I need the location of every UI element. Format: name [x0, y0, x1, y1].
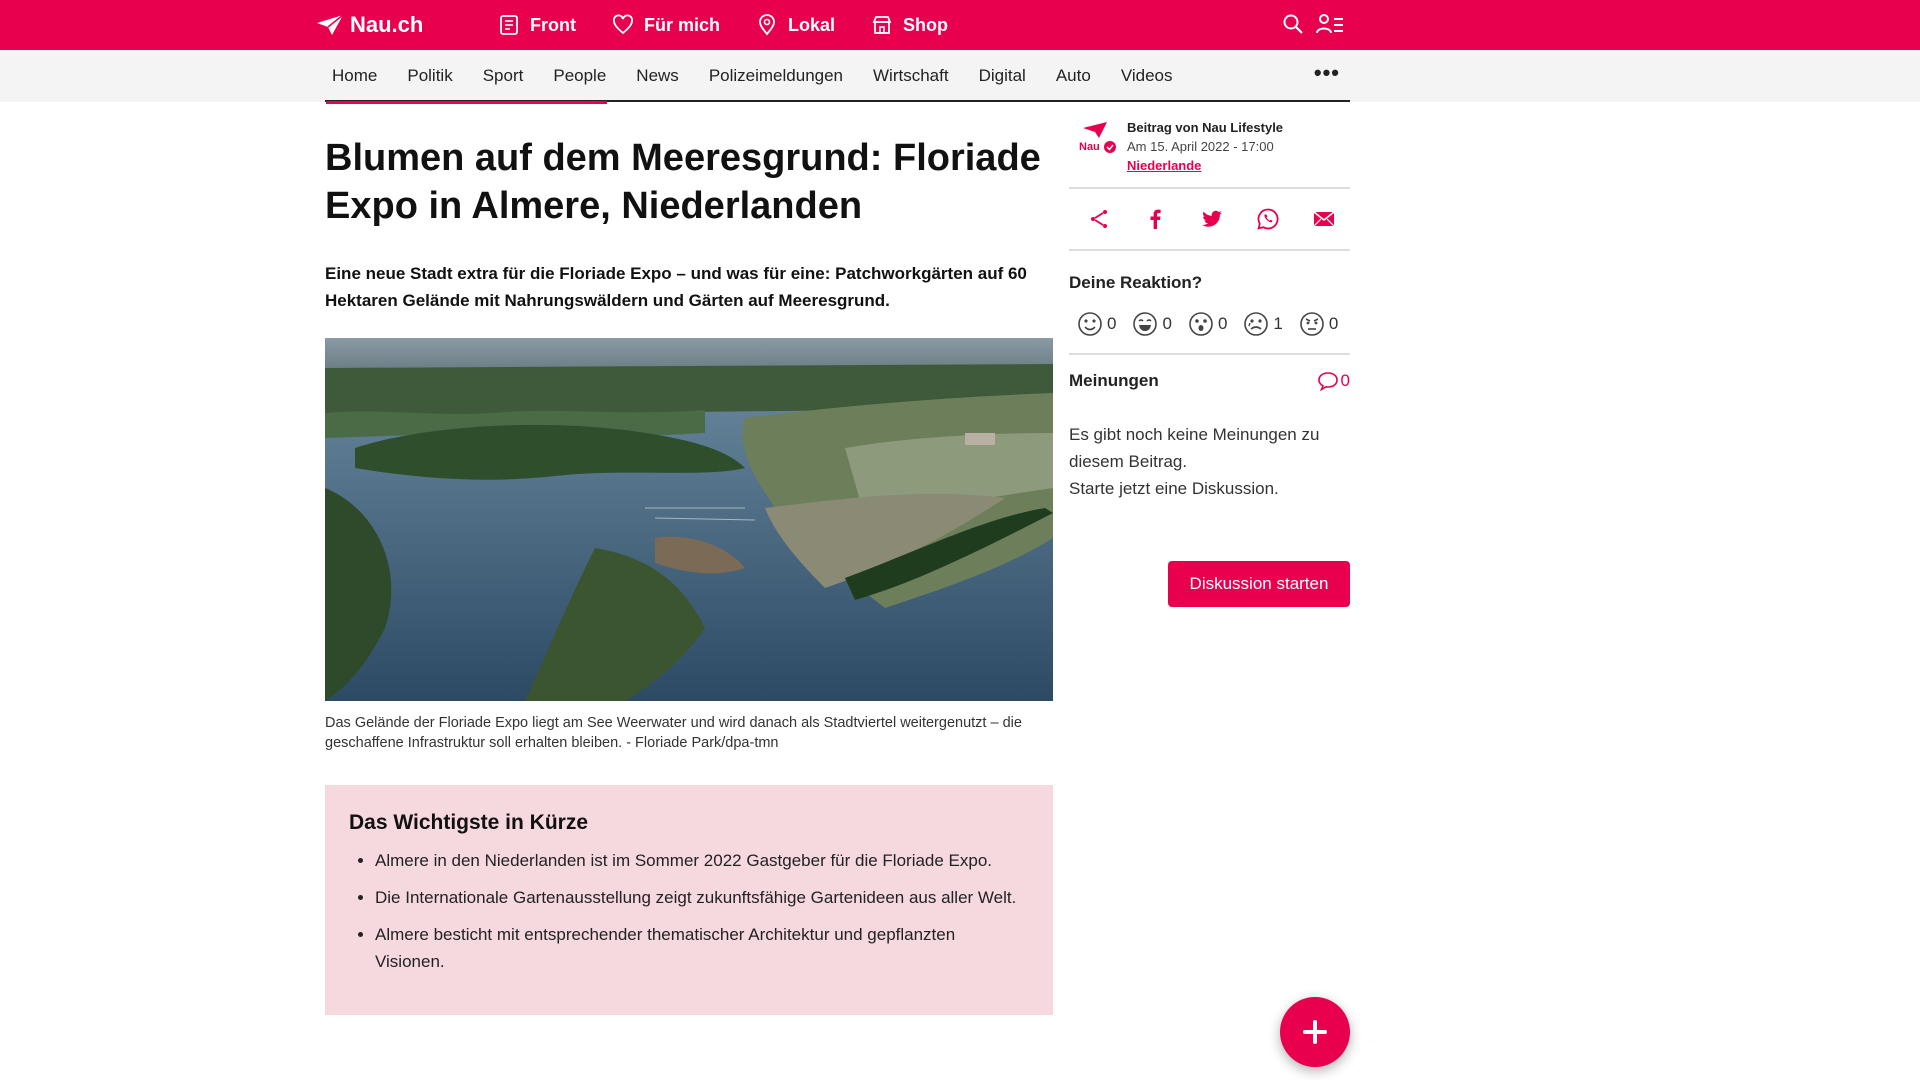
reaction-love-count: 0 — [1107, 314, 1117, 333]
floating-add-button[interactable] — [1280, 997, 1350, 1067]
top-bar: Nau.ch Front Für mich Lokal Shop — [0, 0, 1920, 50]
whatsapp-share-button[interactable] — [1256, 207, 1280, 231]
nav-home[interactable]: Home — [325, 50, 610, 104]
topnav-shop-label: Shop — [903, 14, 949, 35]
start-discussion-button[interactable]: Diskussion starten — [1168, 561, 1350, 607]
mail-icon — [1313, 211, 1335, 227]
aerial-lake-photo — [325, 338, 1053, 701]
top-nav: Front Für mich Lokal Shop — [498, 0, 948, 50]
summary-title: Das Wichtigste in Kürze — [349, 811, 589, 834]
opinions-empty-line-1: Es gibt noch keine Meinungen zu diesem B… — [1069, 425, 1320, 471]
tag-link[interactable]: Niederlande — [1127, 156, 1283, 175]
reaction-title: Deine Reaktion? — [1069, 273, 1203, 292]
angry-face-icon — [1300, 312, 1324, 336]
nav-sport[interactable]: Sport — [483, 50, 524, 102]
nau-logo[interactable]: Nau.ch — [316, 12, 423, 38]
heart-icon — [613, 14, 633, 35]
nav-digital[interactable]: Digital — [979, 50, 1026, 102]
reaction-love[interactable]: 0 — [1077, 311, 1116, 337]
summary-item: Almere besticht mit entsprechender thema… — [375, 921, 1029, 975]
topnav-lokal[interactable]: Lokal — [756, 14, 835, 36]
image-caption: Das Gelände der Floriade Expo liegt am S… — [325, 715, 1022, 751]
reaction-bar: 0 0 0 1 0 — [1069, 307, 1350, 355]
nav-people[interactable]: People — [553, 50, 606, 102]
plus-icon — [1303, 1020, 1327, 1044]
sad-face-icon — [1244, 312, 1269, 336]
logo-text: Nau.ch — [350, 12, 424, 37]
nav-auto[interactable]: Auto — [1056, 50, 1091, 102]
share-icon — [1091, 210, 1107, 228]
section-nav: Home Politik Sport People News Polizeime… — [0, 50, 1920, 104]
topnav-shop[interactable]: Shop — [871, 14, 948, 36]
topnav-front-label: Front — [530, 14, 576, 35]
opinions-header: Meinungen 0 — [1069, 371, 1350, 391]
reaction-surprised[interactable]: 0 — [1188, 311, 1227, 337]
facebook-icon — [1150, 209, 1161, 229]
reaction-laugh[interactable]: 0 — [1132, 311, 1172, 337]
topnav-fuer-mich-label: Für mich — [643, 14, 720, 35]
shop-icon — [872, 16, 892, 34]
laugh-face-icon — [1133, 312, 1158, 336]
meta-text: Beitrag von Nau Lifestyle Am 15. April 2… — [1127, 118, 1283, 175]
twitter-share-button[interactable] — [1200, 207, 1224, 231]
summary-box: Das Wichtigste in Kürze Almere in den Ni… — [325, 785, 1053, 1015]
newspaper-icon — [500, 15, 518, 35]
user-menu-button[interactable] — [1316, 13, 1344, 40]
summary-item: Die Internationale Gartenausstellung zei… — [375, 884, 1029, 911]
publish-date: Am 15. April 2022 - 17:00 — [1127, 139, 1274, 154]
mail-share-button[interactable] — [1312, 207, 1336, 231]
nav-politik[interactable]: Politik — [407, 50, 452, 102]
reaction-surprised-count: 0 — [1217, 314, 1228, 333]
twitter-icon — [1201, 210, 1222, 227]
opinions-count-value: 0 — [1340, 371, 1350, 390]
svg-text:Nau: Nau — [1079, 141, 1100, 153]
section-nav-inner: Home Politik Sport People News Polizeime… — [325, 50, 1350, 104]
nav-polizeimeldungen[interactable]: Polizeimeldungen — [709, 50, 843, 102]
hero-image[interactable] — [325, 338, 1053, 701]
love-face-icon — [1078, 312, 1102, 336]
search-button[interactable] — [1282, 13, 1304, 40]
share-button[interactable] — [1087, 207, 1111, 231]
opinions-title: Meinungen — [1069, 371, 1159, 390]
search-icon — [1283, 14, 1303, 34]
article: Blumen auf dem Meeresgrund: Floriade Exp… — [325, 102, 1055, 1015]
opinions-empty-state: Es gibt noch keine Meinungen zu diesem B… — [1069, 421, 1350, 502]
topnav-front[interactable]: Front — [498, 14, 576, 36]
nav-wirtschaft[interactable]: Wirtschaft — [873, 50, 949, 102]
opinions-count[interactable]: 0 — [1317, 371, 1350, 391]
opinions-empty-line-2: Starte jetzt eine Diskussion. — [1069, 479, 1279, 498]
summary-list: Almere in den Niederlanden ist im Sommer… — [349, 847, 1029, 975]
facebook-share-button[interactable] — [1143, 207, 1167, 231]
comment-bubble-icon — [1317, 372, 1338, 391]
share-bar — [1069, 189, 1350, 251]
reaction-sad[interactable]: 1 — [1243, 311, 1283, 337]
topnav-lokal-label: Lokal — [788, 14, 836, 35]
reaction-laugh-count: 0 — [1162, 314, 1172, 333]
location-pin-icon — [759, 14, 775, 36]
paper-plane-icon — [317, 14, 344, 35]
summary-item: Almere in den Niederlanden ist im Sommer… — [375, 847, 1029, 874]
article-headline: Blumen auf dem Meeresgrund: Floriade Exp… — [325, 137, 1041, 227]
section-nav-items: Home Politik Sport People News Polizeime… — [325, 50, 1203, 104]
more-menu-button[interactable]: ••• — [1314, 62, 1340, 84]
reaction-sad-count: 1 — [1273, 314, 1283, 333]
surprised-face-icon — [1189, 312, 1213, 336]
nav-videos[interactable]: Videos — [1121, 50, 1173, 102]
top-actions — [1282, 13, 1344, 40]
whatsapp-icon — [1257, 208, 1279, 230]
reaction-angry[interactable]: 0 — [1299, 311, 1338, 337]
article-lead: Eine neue Stadt extra für die Floriade E… — [325, 264, 1027, 310]
topnav-fuer-mich[interactable]: Für mich — [612, 14, 720, 36]
author-line: Beitrag von Nau Lifestyle — [1127, 120, 1284, 135]
reaction-angry-count: 0 — [1328, 314, 1339, 333]
user-menu-icon — [1316, 14, 1343, 34]
article-meta: Nau Beitrag von Nau Lifestyle Am 15. Apr… — [1069, 102, 1350, 189]
nau-avatar-icon: Nau — [1079, 122, 1116, 153]
article-sidebar: Nau Beitrag von Nau Lifestyle Am 15. Apr… — [1069, 102, 1350, 607]
nav-news[interactable]: News — [636, 50, 679, 102]
